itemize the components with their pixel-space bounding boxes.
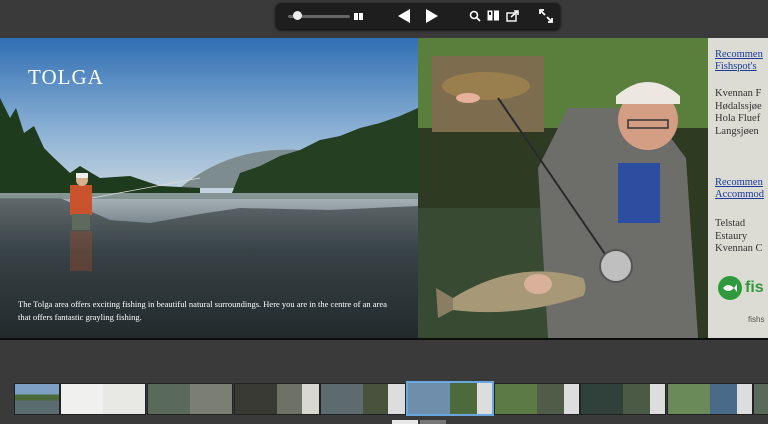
sidebar-footer: fishs (748, 315, 765, 324)
thumbnail[interactable] (753, 383, 768, 415)
fishspots-heading-line1: Recommen (715, 49, 763, 60)
thumbnail-active[interactable] (406, 381, 494, 416)
viewer-toolbar (276, 3, 560, 29)
accommodation-item[interactable]: Kvennan C (715, 243, 763, 256)
bookmark-icon[interactable] (486, 9, 500, 23)
thumbnail[interactable] (494, 383, 580, 415)
accommodation-heading-line1: Recommen (715, 177, 763, 188)
accommodation-heading[interactable]: Recommen Accommod (715, 177, 764, 201)
accommodation-item[interactable]: Telstad (715, 218, 763, 231)
fishspot-item[interactable]: Kvennan F (715, 88, 762, 101)
fishspots-heading[interactable]: Recommen Fishspot's (715, 49, 763, 73)
fishspot-item[interactable]: Hola Fluef (715, 113, 762, 126)
thumbnail[interactable] (60, 383, 146, 415)
right-page[interactable]: Recommen Fishspot's Kvennan F Hødalssjøe… (418, 38, 768, 338)
search-icon[interactable] (468, 9, 482, 23)
page-indicator (392, 420, 446, 424)
fishspot-item[interactable]: Langsjøen (715, 126, 762, 139)
thumbnail[interactable] (320, 383, 406, 415)
share-icon[interactable] (505, 9, 520, 23)
fishspot-logo: fis (718, 273, 764, 303)
logo-text: fis (745, 279, 764, 296)
fullscreen-icon[interactable] (538, 8, 554, 24)
thumbnail[interactable] (14, 383, 60, 415)
fish-logo-icon (718, 276, 742, 300)
magazine-spread: TOLGA The Tolga area offers exciting fis… (0, 38, 768, 340)
page-caption: The Tolga area offers exciting fishing i… (18, 299, 387, 322)
thumbnail[interactable] (234, 383, 320, 415)
left-page[interactable]: TOLGA The Tolga area offers exciting fis… (0, 38, 418, 338)
fishspot-list: Kvennan F Hødalssjøe Hola Fluef Langsjøe… (715, 88, 762, 138)
thumbnail[interactable] (580, 383, 666, 415)
accommodation-item[interactable]: Estaury (715, 231, 763, 244)
accommodation-heading-line2: Accommod (715, 189, 764, 200)
two-page-icon[interactable] (352, 11, 364, 21)
zoom-slider[interactable] (288, 11, 350, 20)
thumbnail[interactable] (147, 383, 233, 415)
fishspots-heading-line2: Fishspot's (715, 61, 757, 72)
next-arrow-icon[interactable] (424, 8, 440, 24)
zoom-slider-knob[interactable] (293, 11, 303, 20)
fishspot-item[interactable]: Hødalssjøe (715, 101, 762, 114)
sidebar: Recommen Fishspot's Kvennan F Hødalssjøe… (708, 38, 768, 338)
angler-with-trout-photo (418, 38, 708, 338)
page-title: TOLGA (28, 65, 104, 89)
thumbnail[interactable] (667, 383, 753, 415)
prev-arrow-icon[interactable] (396, 8, 412, 24)
accommodation-list: Telstad Estaury Kvennan C (715, 218, 763, 256)
thumbnail-strip (0, 380, 768, 416)
